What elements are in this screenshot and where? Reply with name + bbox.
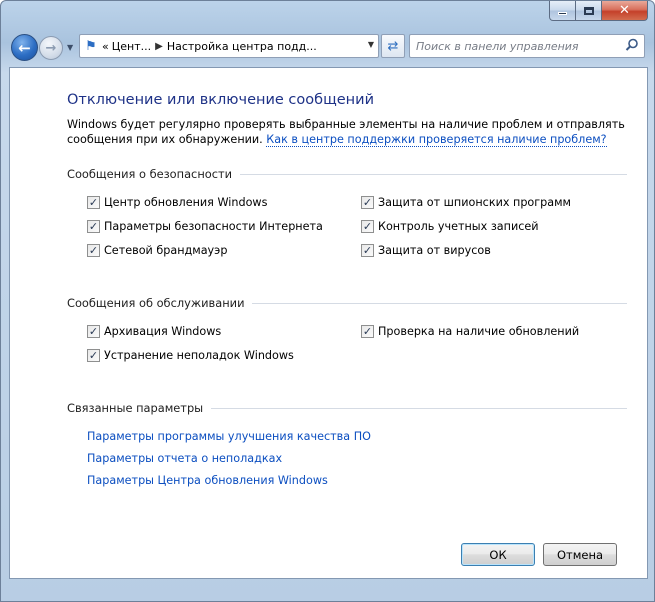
checkbox-network-firewall[interactable]: ✓ Сетевой брандмауэр [87, 244, 227, 257]
search-input[interactable]: Поиск в панели управления [409, 34, 645, 58]
maintenance-section-header: Сообщения об обслуживании [67, 295, 627, 311]
checkbox-spyware-protection[interactable]: ✓ Защита от шпионских программ [361, 196, 571, 209]
address-bar[interactable]: ⚑ « Цент... ▶ Настройка центра подд... ▼ [79, 34, 379, 58]
checkbox-label[interactable]: Проверка на наличие обновлений [378, 325, 579, 338]
ok-button[interactable]: ОК [461, 543, 535, 566]
cancel-button[interactable]: Отмена [543, 543, 617, 566]
checkbox-box[interactable]: ✓ [361, 244, 374, 257]
security-section-header: Сообщения о безопасности [67, 166, 627, 182]
related-header-label: Связанные параметры [67, 401, 204, 415]
checkbox-label[interactable]: Центр обновления Windows [104, 196, 267, 209]
checkbox-check-updates[interactable]: ✓ Проверка на наличие обновлений [361, 325, 579, 338]
checkbox-windows-backup[interactable]: ✓ Архивация Windows [87, 325, 221, 338]
checkbox-box[interactable]: ✓ [87, 244, 100, 257]
control-panel-flag-icon: ⚑ [85, 38, 97, 54]
checkbox-box[interactable]: ✓ [87, 220, 100, 233]
window-frame: ✕ ← → ▼ ⚑ « Цент... ▶ Настройка центра п… [0, 0, 655, 602]
checkbox-box[interactable]: ✓ [361, 220, 374, 233]
checkbox-box[interactable]: ✓ [87, 349, 100, 362]
maintenance-header-label: Сообщения об обслуживании [67, 296, 245, 310]
checkbox-box[interactable]: ✓ [361, 196, 374, 209]
search-placeholder: Поиск в панели управления [416, 39, 579, 53]
breadcrumb-item-action-center[interactable]: Цент... [112, 40, 151, 53]
related-section-header: Связанные параметры [67, 400, 627, 416]
checkbox-label[interactable]: Защита от шпионских программ [378, 196, 571, 209]
arrow-left-icon: ← [18, 38, 31, 57]
page-description: Windows будет регулярно проверять выбран… [67, 117, 627, 147]
minimize-icon [558, 12, 567, 15]
link-windows-update-settings[interactable]: Параметры Центра обновления Windows [87, 474, 328, 487]
close-button[interactable]: ✕ [602, 1, 648, 21]
navigation-bar: ← → ▼ ⚑ « Цент... ▶ Настройка центра под… [9, 31, 646, 63]
forward-button[interactable]: → [39, 36, 63, 60]
checkbox-label[interactable]: Параметры безопасности Интернета [104, 220, 323, 233]
divider [240, 173, 627, 175]
breadcrumb-overflow[interactable]: « [102, 40, 109, 53]
search-icon[interactable] [625, 38, 639, 52]
breadcrumb-item-settings[interactable]: Настройка центра подд... [167, 40, 317, 53]
checkbox-box[interactable]: ✓ [87, 325, 100, 338]
help-link[interactable]: Как в центре поддержки проверяется налич… [266, 133, 607, 147]
checkbox-box[interactable]: ✓ [361, 325, 374, 338]
checkbox-label[interactable]: Защита от вирусов [378, 244, 491, 257]
divider [211, 407, 627, 409]
checkbox-label[interactable]: Контроль учетных записей [378, 220, 539, 233]
back-button[interactable]: ← [11, 34, 38, 61]
link-ceip-settings[interactable]: Параметры программы улучшения качества П… [87, 430, 371, 443]
checkbox-label[interactable]: Сетевой брандмауэр [104, 244, 227, 257]
checkbox-internet-security[interactable]: ✓ Параметры безопасности Интернета [87, 220, 323, 233]
recent-pages-dropdown[interactable]: ▼ [67, 43, 73, 52]
refresh-button[interactable]: ⇄ [381, 34, 405, 58]
maximize-button[interactable] [576, 1, 602, 21]
refresh-icon: ⇄ [387, 38, 399, 54]
breadcrumb-separator-icon[interactable]: ▶ [151, 41, 167, 52]
checkbox-box[interactable]: ✓ [87, 196, 100, 209]
link-problem-reporting-settings[interactable]: Параметры отчета о неполадках [87, 452, 282, 465]
maximize-icon [583, 6, 594, 15]
checkbox-user-account-control[interactable]: ✓ Контроль учетных записей [361, 220, 539, 233]
page-title: Отключение или включение сообщений [67, 92, 374, 108]
minimize-button[interactable] [549, 1, 576, 21]
checkbox-windows-update[interactable]: ✓ Центр обновления Windows [87, 196, 267, 209]
checkbox-virus-protection[interactable]: ✓ Защита от вирусов [361, 244, 491, 257]
checkbox-label[interactable]: Устранение неполадок Windows [104, 349, 294, 362]
arrow-right-icon: → [45, 40, 57, 56]
caption-buttons: ✕ [549, 1, 648, 21]
content-pane: Отключение или включение сообщений Windo… [9, 67, 648, 579]
checkbox-troubleshooting[interactable]: ✓ Устранение неполадок Windows [87, 349, 294, 362]
divider [252, 302, 627, 304]
security-header-label: Сообщения о безопасности [67, 167, 233, 181]
address-dropdown-icon[interactable]: ▼ [368, 40, 374, 49]
checkbox-label[interactable]: Архивация Windows [104, 325, 221, 338]
